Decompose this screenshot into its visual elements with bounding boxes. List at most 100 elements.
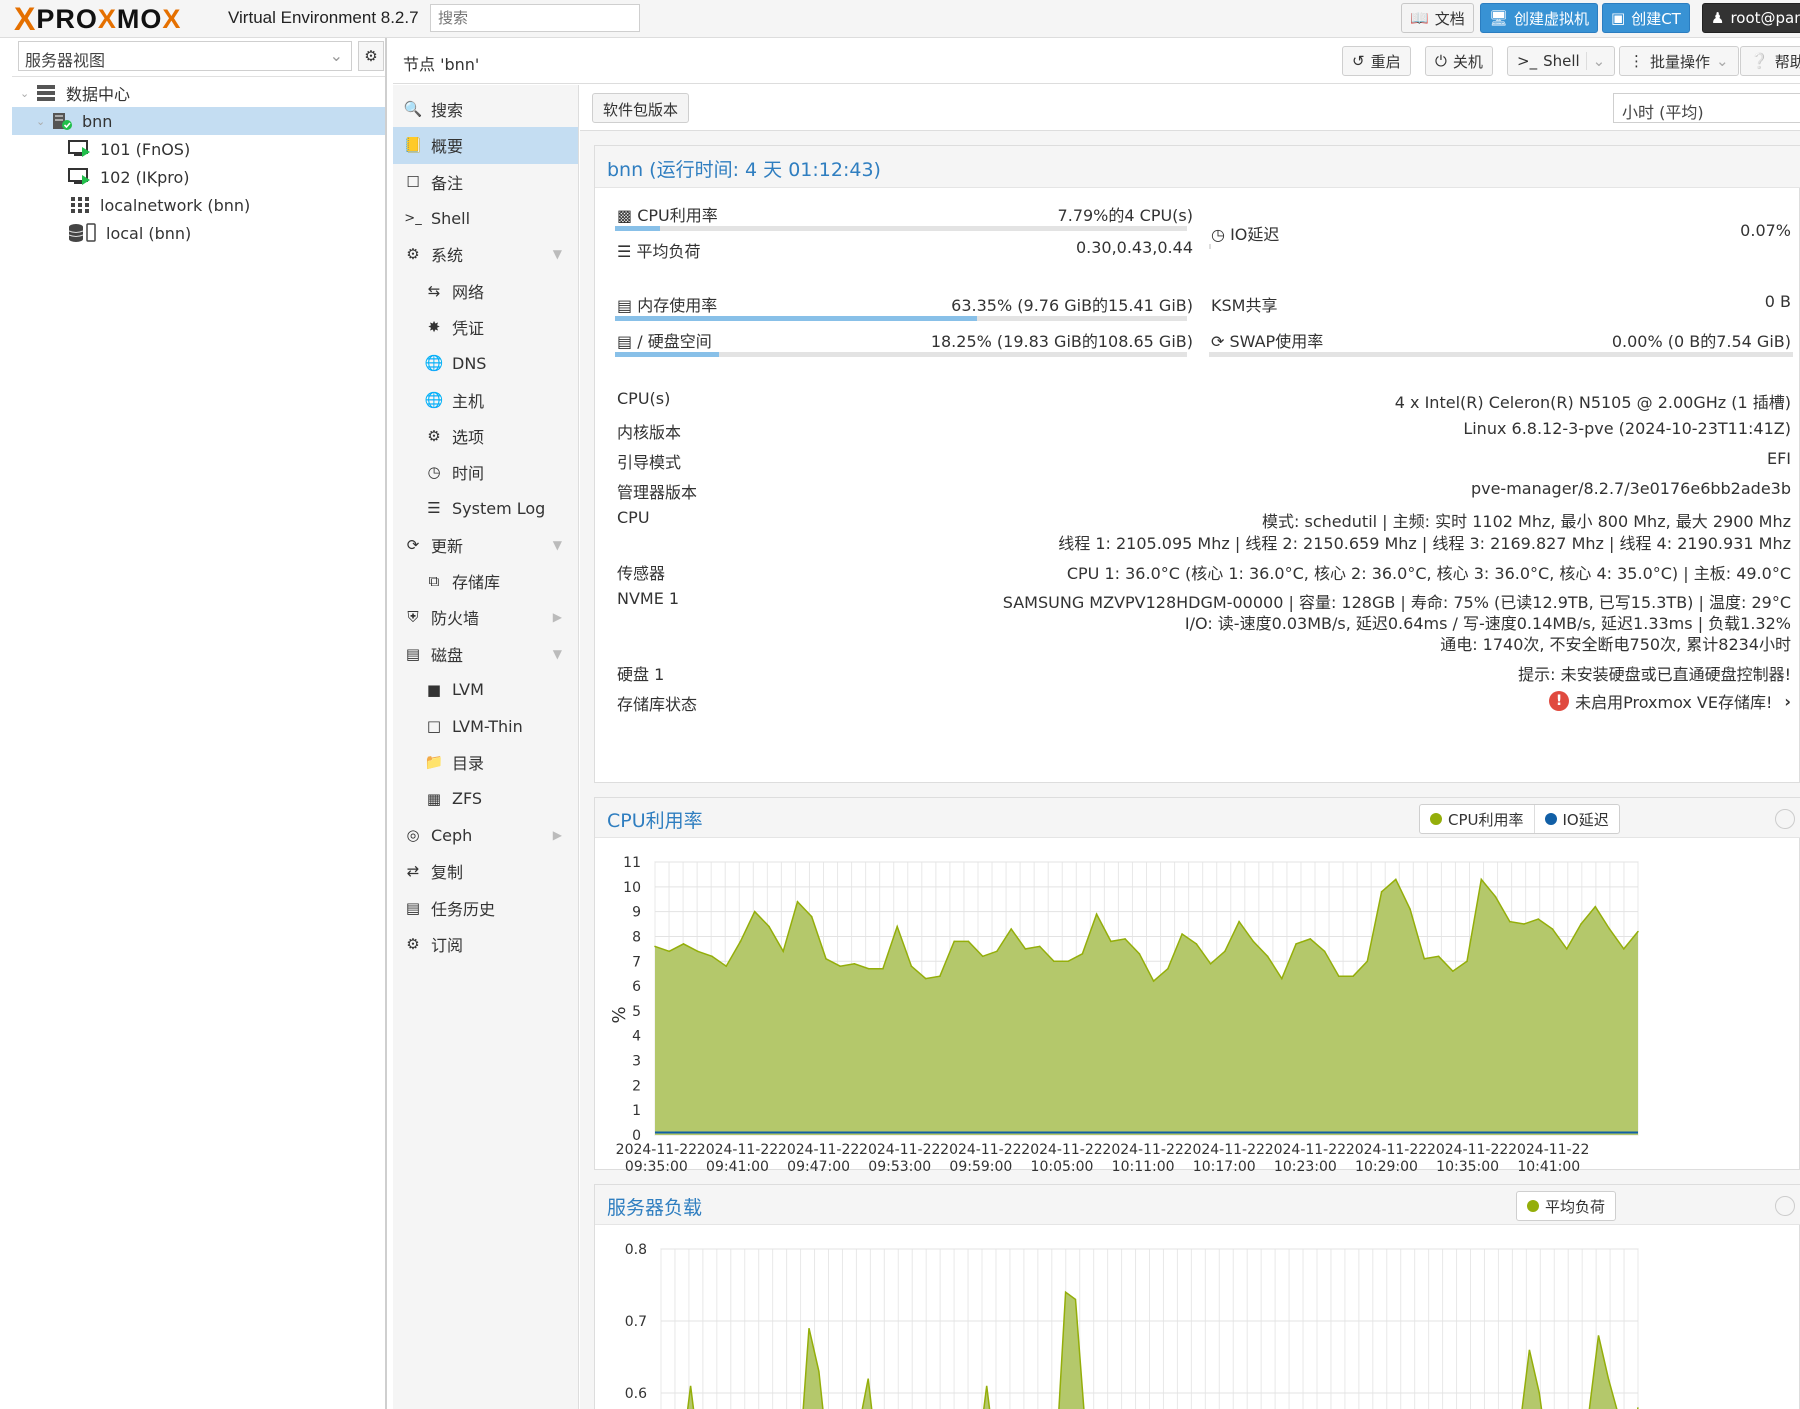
tree-item-vm-102[interactable]: 102 (IKpro) (12, 163, 385, 191)
nav-hosts[interactable]: 🌐 主机 (393, 381, 578, 417)
nav-firewall[interactable]: ⛨ 防火墙 ▶ (393, 599, 578, 635)
x-tick-time: 10:41:00 (1517, 1159, 1580, 1171)
shell-button[interactable]: >_ Shell ⌄ (1507, 46, 1616, 76)
nav-lvm[interactable]: ■ LVM (393, 672, 578, 708)
y-tick-label: 0.8 (625, 1242, 647, 1258)
create-ct-button[interactable]: ▣ 创建CT (1602, 3, 1690, 33)
y-tick-label: 0.6 (625, 1386, 647, 1402)
exchange-icon: ⇆ (427, 281, 441, 300)
status-title: bnn (运行时间: 4 天 01:12:43) (607, 159, 881, 181)
cpu-usage-point (711, 955, 713, 958)
x-tick-date: 2024-11-22 (697, 1142, 778, 1158)
shutdown-button[interactable]: ⏻ 关机 (1425, 46, 1493, 76)
nav-zfs[interactable]: ▦ ZFS (393, 781, 578, 817)
repo-status-value[interactable]: ! 未启用Proxmox VE存储库! › (1549, 689, 1791, 713)
nav-search[interactable]: 🔍 搜索 (393, 91, 578, 127)
cpu-usage-point (1437, 955, 1440, 958)
load-chart-plot[interactable]: 0.8 0.7 0.6 (595, 1225, 1800, 1409)
nav-certificates[interactable]: ✸ 凭证 (393, 309, 578, 345)
cpu-usage-point (1466, 960, 1468, 963)
reboot-button[interactable]: ↺ 重启 (1342, 46, 1411, 76)
nav-label: 网络 (452, 282, 485, 302)
nav-disks[interactable]: ▤ 磁盘 ▼ (393, 635, 578, 671)
nav-summary[interactable]: 📒 概要 (393, 127, 578, 164)
tree-item-datacenter[interactable]: ⌄ 数据中心 (12, 79, 385, 107)
cpu-usage-point (1608, 928, 1611, 930)
tree-item-vm-101[interactable]: 101 (FnOS) (12, 135, 385, 163)
nav-subscription[interactable]: ⚙ 订阅 (393, 926, 578, 962)
tree-label: local (bnn) (106, 223, 192, 243)
x-tick-time: 09:53:00 (868, 1159, 931, 1171)
user-menu-button[interactable]: ♟ root@pam (1702, 3, 1800, 33)
cpu-usage-point (1509, 920, 1511, 923)
tree-item-node-bnn[interactable]: ⌄ bnn (12, 107, 385, 135)
nav-label: 搜索 (431, 101, 464, 121)
nav-dns[interactable]: 🌐 DNS (393, 345, 578, 381)
chart-undo-zoom-button[interactable] (1775, 809, 1795, 829)
nav-system-log[interactable]: ☰ System Log (393, 490, 578, 526)
cpu-usage-point (1138, 953, 1141, 955)
nav-label: 凭证 (452, 318, 485, 338)
repo-status-text: 未启用Proxmox VE存储库! (1575, 693, 1773, 712)
docs-button[interactable]: 📖 文档 (1401, 3, 1474, 33)
proxmox-logo[interactable]: X PROXMOX (14, 3, 181, 35)
nav-directory[interactable]: 📁 目录 (393, 744, 578, 780)
tree-item-storage-local[interactable]: local (bnn) (12, 219, 385, 247)
summary-content: 软件包版本 小时 (平均) bnn (运行时间: 4 天 01:12:43) ▩… (580, 85, 1800, 1409)
error-icon: ! (1549, 691, 1570, 711)
cpu-usage-point (1637, 930, 1639, 933)
nav-options[interactable]: ⚙ 选项 (393, 418, 578, 454)
cpu-usage-point (1423, 958, 1426, 960)
cpu-usage-point (1623, 948, 1625, 950)
global-search-input[interactable] (430, 4, 640, 32)
help-button[interactable]: ❔ 帮助 (1740, 46, 1800, 76)
tree-label: localnetwork (bnn) (100, 195, 251, 215)
cpu-freq-line1: 模式: schedutil | 主频: 实时 1102 Mhz, 最小 800 … (1262, 512, 1791, 531)
timeframe-select[interactable]: 小时 (平均) (1613, 93, 1800, 123)
cpu-freq-label: CPU (617, 508, 650, 527)
y-tick-label: 7 (632, 954, 641, 970)
tree-settings-button[interactable]: ⚙ (358, 41, 384, 71)
y-tick-label: 0.7 (625, 1314, 647, 1330)
x-tick-date: 2024-11-22 (859, 1142, 940, 1158)
nav-lvm-thin[interactable]: □ LVM-Thin (393, 708, 578, 744)
view-select[interactable]: 服务器视图 ⌄ (18, 41, 352, 71)
cpu-usage-point (1452, 970, 1454, 972)
nav-updates[interactable]: ⟳ 更新 ▼ (393, 527, 578, 563)
nav-system[interactable]: ⚙ 系统 ▼ (393, 236, 578, 272)
bulk-actions-button[interactable]: ⋮ 批量操作 ⌄ (1619, 46, 1739, 76)
node-header: 节点 'bnn' ↺ 重启 ⏻ 关机 >_ Shell ⌄ ⋮ 批量操作 ⌄ ❔… (393, 38, 1800, 84)
cpu-usage-point (725, 965, 727, 967)
nav-label: 更新 (431, 536, 464, 556)
package-versions-button[interactable]: 软件包版本 (592, 93, 690, 123)
nav-label: ZFS (452, 789, 483, 809)
square-outline-icon: □ (426, 717, 442, 736)
nav-repositories[interactable]: ⧉ 存储库 (393, 563, 578, 599)
cpu-usage-point (1238, 920, 1240, 923)
nav-label: 任务历史 (431, 899, 496, 919)
create-vm-button[interactable]: 🖥 创建虚拟机 (1480, 3, 1599, 33)
legend-load-average[interactable]: 平均负荷 (1517, 1192, 1615, 1220)
nav-shell[interactable]: >_ Shell (393, 200, 578, 236)
nav-notes[interactable]: ☐ 备注 (393, 164, 578, 200)
status-panel: bnn (运行时间: 4 天 01:12:43) ▩ CPU利用率 7.79%的… (594, 145, 1800, 783)
nav-label: 系统 (431, 246, 464, 266)
y-tick-label: 11 (623, 855, 641, 871)
nav-task-history[interactable]: ▤ 任务历史 (393, 890, 578, 926)
nav-replication[interactable]: ⇄ 复制 (393, 853, 578, 889)
legend-io-delay[interactable]: IO延迟 (1535, 805, 1619, 833)
nav-time[interactable]: ◷ 时间 (393, 454, 578, 490)
cpu-chart-plot[interactable]: % 012345678910112024-11-2209:35:002024-1… (595, 838, 1800, 1171)
nav-ceph[interactable]: ◎ Ceph ▶ (393, 817, 578, 853)
nav-network[interactable]: ⇆ 网络 (393, 272, 578, 308)
clock-icon: ◷ (427, 463, 441, 482)
chevron-down-icon: ▼ (552, 537, 562, 552)
chart-undo-zoom-button[interactable] (1775, 1196, 1795, 1216)
cpus-label: CPU(s) (617, 389, 671, 408)
ksm-value: 0 B (1764, 292, 1791, 311)
legend-cpu-usage[interactable]: CPU利用率 (1420, 805, 1535, 833)
tree-item-network[interactable]: localnetwork (bnn) (12, 191, 385, 219)
cpu-usage-point (882, 967, 884, 970)
chevron-down-icon[interactable]: ⌄ (1585, 52, 1605, 70)
cpu-usage-point (1024, 948, 1027, 950)
